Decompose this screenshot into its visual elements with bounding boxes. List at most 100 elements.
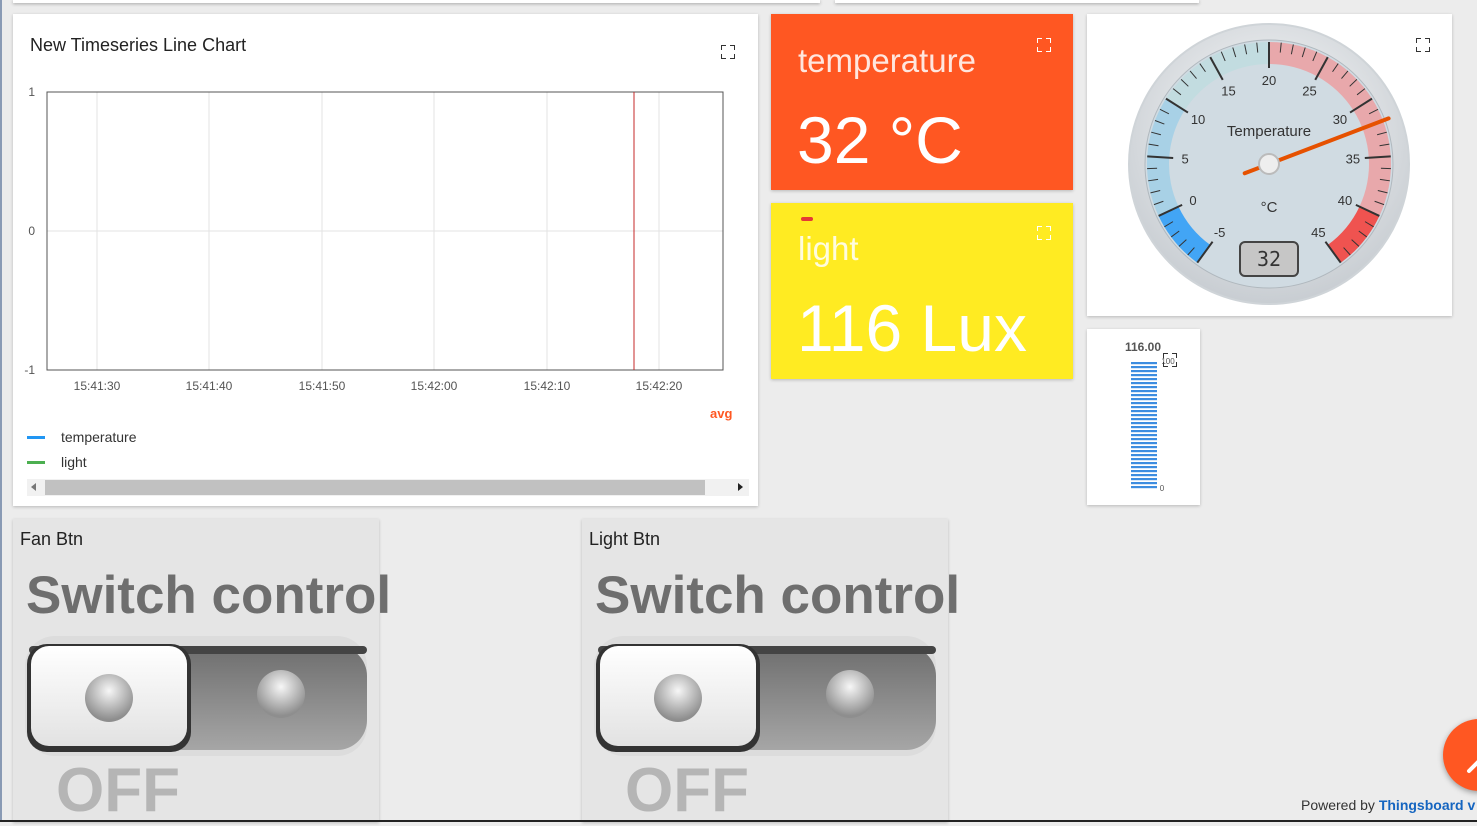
linear-gauge-bar-segment [1131, 414, 1157, 416]
switch-label: Switch control [595, 565, 960, 626]
gauge-tick-label: 40 [1338, 193, 1352, 208]
linear-gauge-bar-segment [1131, 466, 1157, 468]
legend-swatch [27, 461, 45, 464]
fan-switch-widget: Fan Btn Switch control OFF [13, 519, 379, 822]
linear-gauge-bar-segment [1131, 410, 1157, 412]
chart-plot: 15:41:3015:41:4015:41:5015:42:0015:42:10… [13, 84, 758, 414]
temperature-gauge-widget: -5 0 5 10 15 20 25 30 35 40 45 Temperature °C 32 [1087, 14, 1452, 316]
x-tick-label: 15:42:00 [411, 379, 458, 393]
legend-scrollbar[interactable] [27, 479, 749, 496]
linear-gauge-bar-segment [1131, 382, 1157, 384]
y-tick-label: -1 [24, 363, 35, 377]
legend-label: light [61, 454, 87, 470]
gauge-tick-label: 0 [1189, 193, 1196, 208]
gauge-needle-hub [1259, 154, 1279, 174]
linear-gauge-bar-segment [1131, 482, 1157, 484]
fullscreen-icon[interactable] [1163, 353, 1177, 367]
linear-gauge-bar-segment [1131, 442, 1157, 444]
linear-gauge-bar-segment [1131, 434, 1157, 436]
x-tick-label: 15:42:20 [636, 379, 683, 393]
gauge-tick-label: 35 [1346, 152, 1360, 167]
gauge-title: Temperature [1227, 123, 1311, 140]
legend-label: temperature [61, 429, 136, 445]
linear-gauge: 116.001000 [1087, 329, 1200, 505]
gauge-display-value: 32 [1257, 247, 1281, 271]
temperature-value-card: temperature 32 °C [771, 14, 1073, 190]
switch-title: Fan Btn [20, 529, 83, 550]
clipped-widget-right [835, 0, 1199, 3]
gauge-tick-label: 30 [1333, 112, 1347, 127]
linear-gauge-bar-segment [1131, 390, 1157, 392]
scroll-thumb[interactable] [45, 480, 705, 495]
gauge-tick-label: 5 [1182, 152, 1189, 167]
pencil-icon [1443, 719, 1477, 791]
switch-state: OFF [56, 755, 180, 826]
linear-gauge-bar-segment [1131, 366, 1157, 368]
linear-gauge-bar-segment [1131, 458, 1157, 460]
linear-gauge-bar-segment [1131, 378, 1157, 380]
fullscreen-icon[interactable] [1037, 38, 1051, 52]
linear-gauge-bar-segment [1131, 454, 1157, 456]
legend-item-temperature[interactable]: temperature [27, 429, 136, 445]
fullscreen-icon[interactable] [721, 45, 735, 59]
fullscreen-icon[interactable] [1037, 226, 1051, 240]
aggregation-label: avg [710, 406, 732, 421]
alarm-indicator [801, 217, 813, 221]
legend-swatch [27, 436, 45, 439]
linear-gauge-bar-segment [1131, 418, 1157, 420]
linear-gauge-bar-segment [1131, 478, 1157, 480]
legend-item-light[interactable]: light [27, 454, 87, 470]
gauge-unit: °C [1261, 199, 1278, 216]
fullscreen-icon[interactable] [1416, 38, 1430, 52]
linear-gauge-bar-segment [1131, 462, 1157, 464]
linear-gauge-value: 116.00 [1125, 340, 1161, 354]
y-tick-label: 1 [28, 85, 35, 99]
scroll-left-arrow-icon[interactable] [31, 483, 36, 491]
fan-toggle-switch[interactable] [25, 636, 367, 756]
linear-gauge-bar-segment [1131, 374, 1157, 376]
linear-gauge-bar-segment [1131, 474, 1157, 476]
linear-gauge-bar-segment [1131, 470, 1157, 472]
linear-gauge-bar-segment [1131, 386, 1157, 388]
chart-title: New Timeseries Line Chart [30, 35, 246, 56]
edit-dashboard-button[interactable] [1443, 719, 1477, 791]
timeseries-chart-widget: New Timeseries Line Chart 15:41:3015:41:… [13, 14, 758, 506]
linear-gauge-bar-segment [1131, 398, 1157, 400]
x-tick-label: 15:42:10 [524, 379, 571, 393]
switch-state: OFF [625, 755, 749, 826]
light-linear-gauge-widget: 116.001000 [1087, 329, 1200, 505]
gauge-tick-label: 45 [1311, 225, 1325, 240]
gauge-tick-label: 15 [1221, 83, 1235, 98]
light-label: light [798, 230, 859, 268]
gauge-tick-label: 25 [1302, 83, 1316, 98]
linear-gauge-bar-segment [1131, 430, 1157, 432]
switch-title: Light Btn [589, 529, 660, 550]
footer-powered-by: Powered by Thingsboard v [1301, 797, 1475, 813]
clipped-widget-left [13, 0, 820, 3]
powered-by-text: Powered by [1301, 797, 1375, 813]
linear-gauge-bar-segment [1131, 426, 1157, 428]
light-value-card: light 116 Lux [771, 203, 1073, 379]
gauge-tick-label: 20 [1262, 73, 1276, 88]
thingsboard-link[interactable]: Thingsboard v [1379, 797, 1475, 813]
linear-gauge-bar-segment [1131, 394, 1157, 396]
light-toggle-switch[interactable] [594, 636, 936, 756]
linear-gauge-bar-segment [1131, 486, 1157, 488]
radial-gauge: -5 0 5 10 15 20 25 30 35 40 45 Temperature °C 32 [1087, 14, 1452, 316]
temperature-value: 32 °C [797, 102, 963, 178]
switch-label: Switch control [26, 565, 391, 626]
gauge-tick-label: 10 [1191, 112, 1205, 127]
linear-gauge-bar-segment [1131, 450, 1157, 452]
linear-gauge-min: 0 [1160, 484, 1165, 493]
linear-gauge-bar-segment [1131, 370, 1157, 372]
light-switch-widget: Light Btn Switch control OFF [582, 519, 948, 822]
linear-gauge-bar-segment [1131, 402, 1157, 404]
linear-gauge-bar-segment [1131, 362, 1157, 364]
temperature-label: temperature [798, 42, 976, 80]
gauge-tick-label: -5 [1214, 225, 1226, 240]
linear-gauge-bar-segment [1131, 422, 1157, 424]
window-edge [0, 0, 2, 822]
x-tick-label: 15:41:40 [186, 379, 233, 393]
scroll-right-arrow-icon[interactable] [738, 483, 743, 491]
y-tick-label: 0 [28, 224, 35, 238]
